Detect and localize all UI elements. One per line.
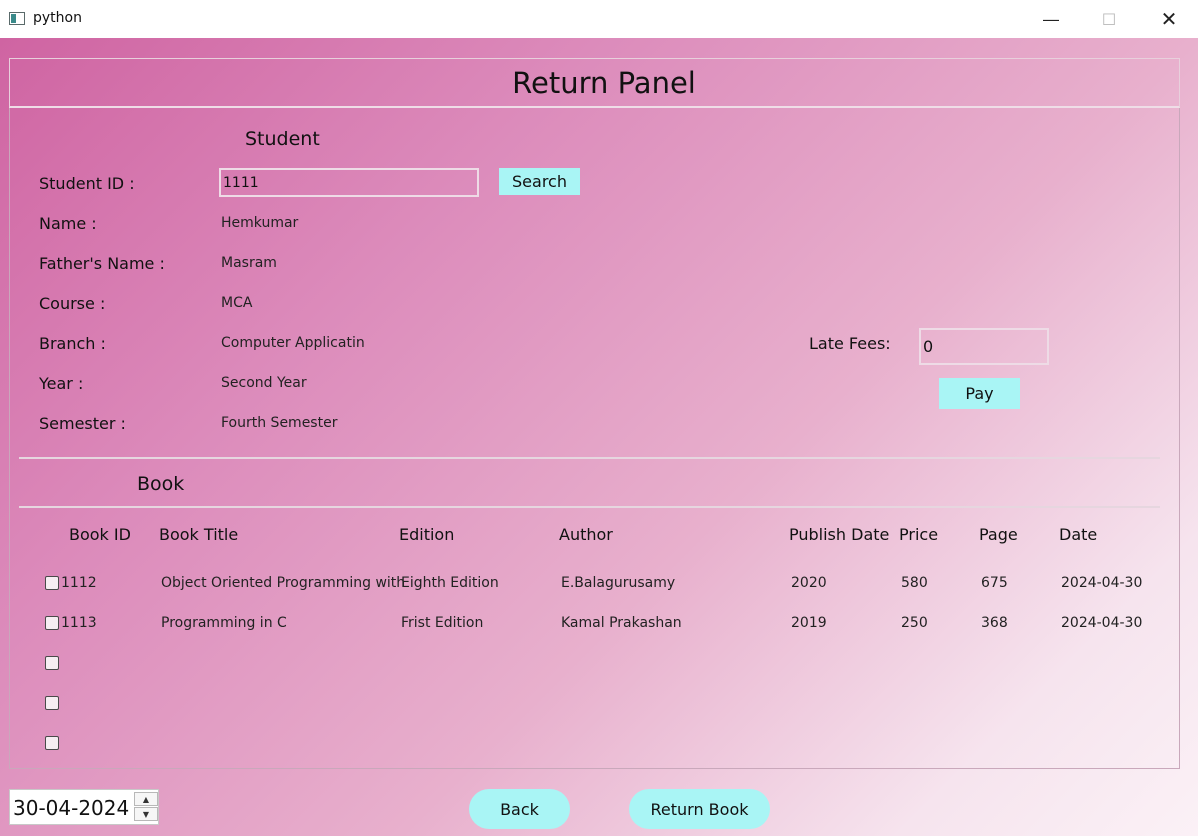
col-author: Author [559, 525, 613, 544]
course-label: Course : [39, 294, 106, 313]
course-value: MCA [221, 295, 253, 311]
return-panel-window: Return Panel Student Student ID : Search… [0, 38, 1198, 836]
page-cell: 368 [981, 615, 1008, 631]
row-checkbox[interactable] [45, 576, 59, 590]
price-cell: 250 [901, 615, 928, 631]
branch-label: Branch : [39, 334, 106, 353]
date-cell: 2024-04-30 [1061, 615, 1143, 631]
section-divider [19, 457, 1160, 459]
book-header-divider [19, 506, 1160, 508]
price-cell: 580 [901, 575, 928, 591]
semester-value: Fourth Semester [221, 415, 338, 431]
spin-up-icon[interactable]: ▲ [134, 792, 158, 806]
name-value: Hemkumar [221, 215, 299, 231]
book-section-title: Book [137, 473, 185, 495]
row-checkbox[interactable] [45, 696, 59, 710]
year-value: Second Year [221, 375, 307, 391]
student-id-label: Student ID : [39, 174, 135, 193]
minimize-icon[interactable]: ― [1022, 0, 1080, 38]
col-publish-date: Publish Date [789, 525, 890, 544]
row-checkbox[interactable] [45, 736, 59, 750]
date-cell: 2024-04-30 [1061, 575, 1143, 591]
father-name-label: Father's Name : [39, 254, 165, 273]
pay-button[interactable]: Pay [939, 378, 1020, 409]
maximize-icon[interactable]: ☐ [1080, 0, 1138, 38]
app-icon [9, 12, 25, 25]
year-label: Year : [39, 374, 84, 393]
edition-cell: Frist Edition [401, 615, 484, 631]
date-value[interactable]: 30-04-2024 [13, 796, 129, 820]
author-cell: Kamal Prakashan [561, 615, 682, 631]
row-checkbox[interactable] [45, 656, 59, 670]
row-checkbox[interactable] [45, 616, 59, 630]
page-cell: 675 [981, 575, 1008, 591]
book-id-cell: 1113 [61, 615, 97, 631]
name-label: Name : [39, 214, 97, 233]
publish-date-cell: 2019 [791, 615, 827, 631]
close-icon[interactable]: ✕ [1140, 0, 1198, 38]
panel-frame [9, 58, 1180, 769]
edition-cell: Eighth Edition [401, 575, 499, 591]
col-book-id: Book ID [69, 525, 131, 544]
author-cell: E.Balagurusamy [561, 575, 676, 591]
col-price: Price [899, 525, 939, 544]
search-button[interactable]: Search [499, 168, 580, 195]
publish-date-cell: 2020 [791, 575, 827, 591]
student-section-title: Student [245, 128, 320, 150]
col-book-title: Book Title [159, 525, 239, 544]
late-fees-input[interactable] [919, 328, 1049, 365]
branch-value: Computer Applicatin [221, 335, 365, 351]
book-id-cell: 1112 [61, 575, 97, 591]
book-title-cell: Object Oriented Programming with [161, 575, 406, 591]
date-spinbox[interactable]: 30-04-2024 ▲ ▼ [9, 789, 159, 825]
student-id-input[interactable] [219, 168, 479, 197]
return-book-button[interactable]: Return Book [629, 789, 770, 829]
col-date: Date [1059, 525, 1098, 544]
late-fees-label: Late Fees: [809, 334, 891, 353]
window-titlebar: python ― ☐ ✕ [0, 0, 1198, 38]
col-page: Page [979, 525, 1018, 544]
semester-label: Semester : [39, 414, 126, 433]
page-title: Return Panel [512, 66, 696, 100]
father-name-value: Masram [221, 255, 277, 271]
col-edition: Edition [399, 525, 455, 544]
book-title-cell: Programming in C [161, 615, 287, 631]
window-title: python [33, 10, 82, 26]
spin-down-icon[interactable]: ▼ [134, 807, 158, 821]
back-button[interactable]: Back [469, 789, 570, 829]
